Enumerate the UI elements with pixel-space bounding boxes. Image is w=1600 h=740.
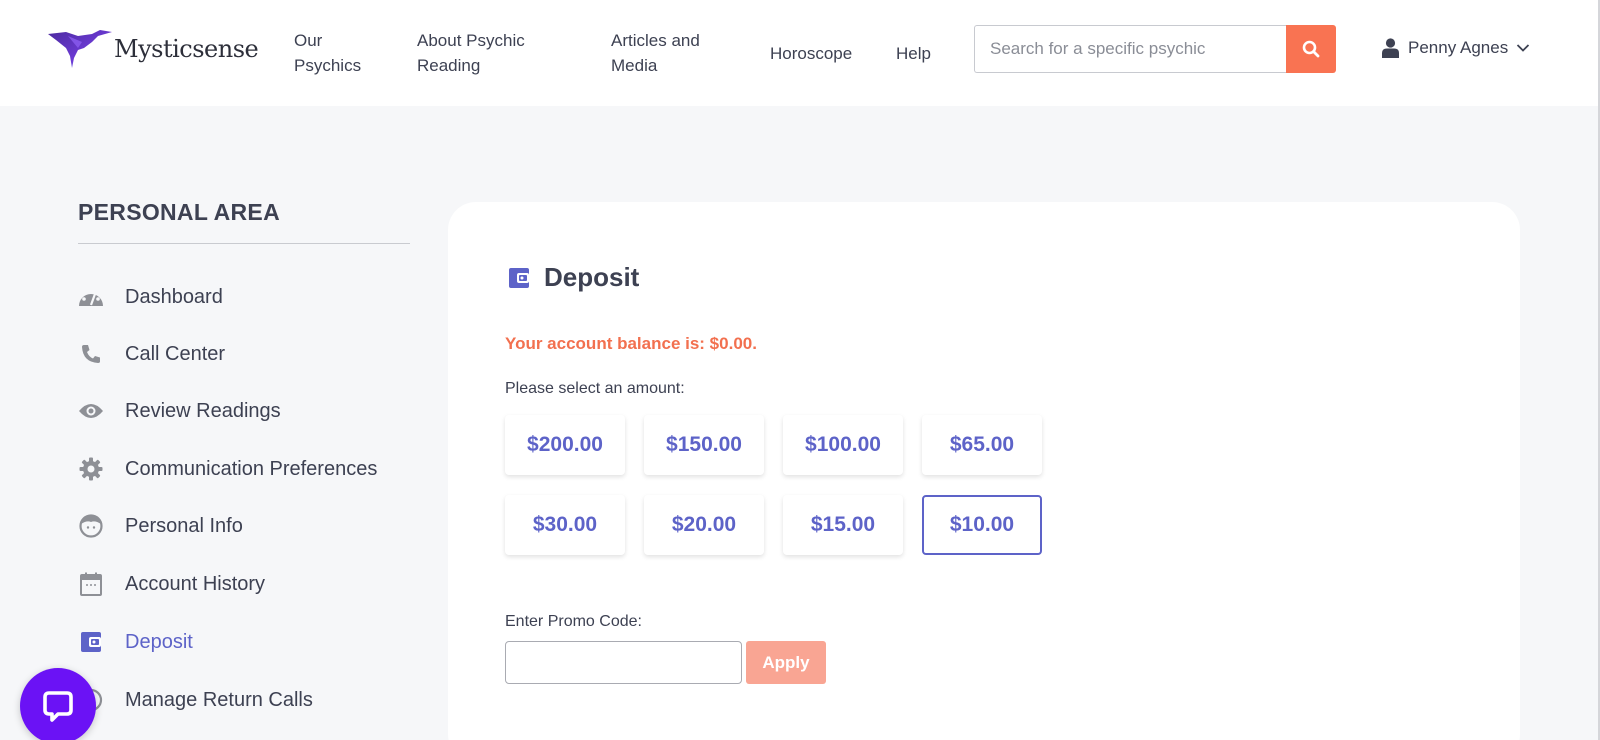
wallet-icon [509,267,529,288]
promo-code-input[interactable] [505,641,742,684]
hummingbird-logo-icon [48,30,112,68]
nav-label-line: About Psychic [417,31,525,50]
select-amount-label: Please select an amount: [505,380,685,397]
sidebar-item-label: Deposit [125,630,193,653]
wallet-icon [78,629,104,655]
nav-articles-and-media[interactable]: Articles and Media [611,28,700,78]
sidebar-item-label: Review Readings [125,399,281,422]
dashboard-icon [78,284,104,310]
sidebar-item-personal-info[interactable]: Personal Info [78,513,243,539]
amount-option[interactable]: $150.00 [644,415,764,475]
amount-option[interactable]: $65.00 [922,415,1042,475]
chat-bubble-icon [43,691,73,722]
sidebar-item-deposit[interactable]: Deposit [78,629,193,655]
chevron-down-icon [1517,44,1530,52]
user-menu[interactable]: Penny Agnes [1382,38,1530,58]
amount-option[interactable]: $15.00 [783,495,903,555]
sidebar-title: PERSONAL AREA [78,199,280,225]
deposit-title: Deposit [544,262,640,292]
amount-option[interactable]: $100.00 [783,415,903,475]
phone-icon [78,341,104,367]
nav-label-line: Psychics [294,56,362,75]
sidebar-item-label: Personal Info [125,514,243,537]
sidebar-item-manage-return-calls[interactable]: Manage Return Calls [78,687,313,713]
search-button[interactable] [1286,25,1336,73]
account-balance: Your account balance is: $0.00. [505,334,757,353]
user-icon [1382,38,1399,58]
nav-about-psychic-reading[interactable]: About Psychic Reading [417,28,525,78]
search-icon [1302,40,1320,58]
amount-option[interactable]: $20.00 [644,495,764,555]
sidebar-item-label: Account History [125,572,266,595]
sidebar-item-account-history[interactable]: Account History [78,571,265,597]
sidebar-item-label: Communication Preferences [125,457,378,480]
nav-label-line: Our [294,31,323,50]
sidebar-item-dashboard[interactable]: Dashboard [78,284,223,310]
promo-code-label: Enter Promo Code: [505,613,642,630]
sidebar-item-label: Manage Return Calls [125,688,313,711]
search-input[interactable] [974,25,1288,73]
live-chat-button[interactable] [20,668,96,740]
nav-label-line: Reading [417,56,481,75]
sidebar-item-review-readings[interactable]: Review Readings [78,398,281,424]
brand-logo[interactable]: Mysticsense [48,28,259,70]
eye-icon [78,398,104,424]
amount-option[interactable]: $200.00 [505,415,625,475]
sidebar-item-label: Call Center [125,342,226,365]
sidebar-item-communication-preferences[interactable]: Communication Preferences [78,456,377,482]
amount-option[interactable]: $30.00 [505,495,625,555]
amount-option-selected[interactable]: $10.00 [922,495,1042,555]
nav-label-line: Media [611,56,658,75]
face-icon [78,513,104,539]
nav-help[interactable]: Help [896,41,931,66]
sidebar-item-label: Dashboard [125,285,223,308]
header: Mysticsense Our Psychics About Psychic R… [0,0,1598,106]
calendar-icon [78,571,104,597]
sidebar-divider [78,243,410,244]
brand-name: Mysticsense [114,35,259,63]
nav-horoscope[interactable]: Horoscope [770,41,852,66]
apply-button[interactable]: Apply [746,641,826,684]
deposit-heading: Deposit [508,262,639,293]
nav-our-psychics[interactable]: Our Psychics [294,28,361,78]
user-name: Penny Agnes [1408,38,1509,57]
sidebar-item-call-center[interactable]: Call Center [78,341,225,367]
gear-icon [78,456,104,482]
nav-label-line: Articles and [611,31,700,50]
